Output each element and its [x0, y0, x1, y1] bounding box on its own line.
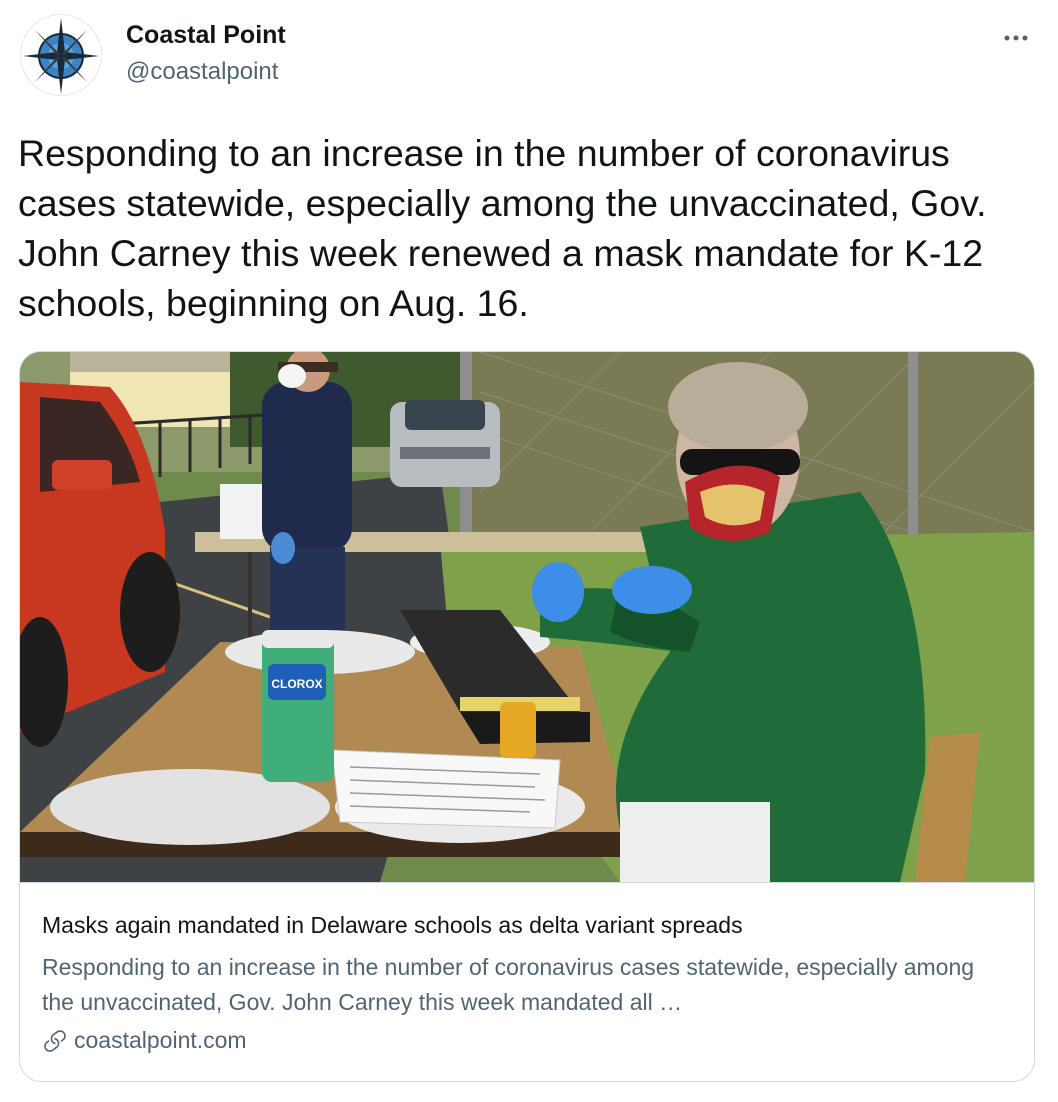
more-horizontal-icon	[1004, 35, 1028, 41]
link-preview-card[interactable]: CLOROX Masks again mandated in Delaware …	[19, 351, 1035, 1082]
compass-logo-icon	[23, 18, 99, 94]
card-description: Responding to an increase in the number …	[42, 954, 975, 1015]
link-icon	[44, 1029, 66, 1052]
card-image: CLOROX	[20, 352, 1034, 882]
card-domain-text: coastalpoint.com	[74, 1027, 247, 1053]
author-handle[interactable]: @coastalpoint	[126, 58, 278, 86]
more-options-button[interactable]	[998, 20, 1034, 56]
card-title[interactable]: Masks again mandated in Delaware schools…	[42, 912, 743, 939]
card-domain[interactable]: coastalpoint.com	[42, 1027, 247, 1054]
avatar[interactable]	[20, 14, 102, 96]
tweet-text: Responding to an increase in the number …	[18, 132, 987, 324]
card-divider	[20, 882, 1034, 883]
wipes-brand-label: CLOROX	[271, 677, 322, 691]
author-name[interactable]: Coastal Point	[126, 21, 286, 50]
